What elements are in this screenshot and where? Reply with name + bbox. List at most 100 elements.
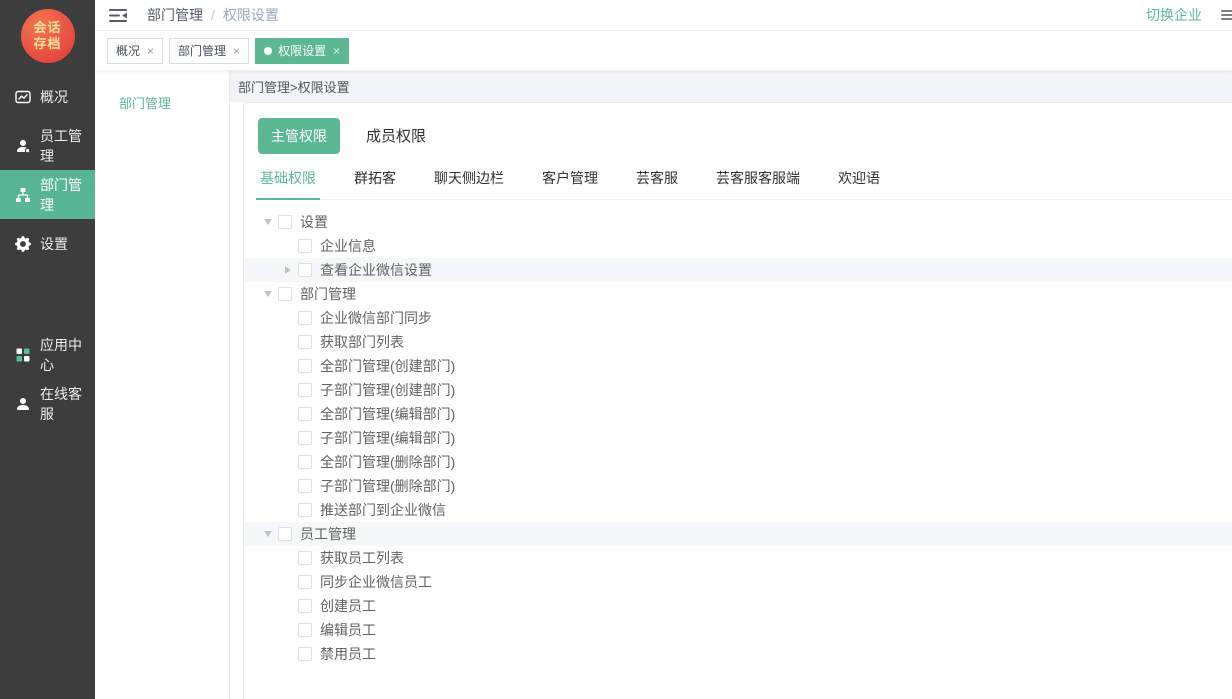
tree-row[interactable]: 子部门管理(创建部门) (244, 378, 1232, 402)
permission-card: 主管权限成员权限 基础权限 群拓客 聊天侧边栏 客户管理 芸客服 芸客服客服端 欢迎语 设置… (243, 102, 1232, 699)
tree-node-label[interactable]: 编辑员工 (320, 620, 376, 640)
tab-group-expand[interactable]: 群拓客 (352, 168, 398, 199)
breadcrumb-parent[interactable]: 部门管理 (147, 5, 203, 25)
tree-row[interactable]: 员工管理 (244, 522, 1232, 546)
sidebar-item-label: 部门管理 (40, 175, 95, 215)
role-tab-supervisor[interactable]: 主管权限 (258, 118, 340, 154)
tree-node-label[interactable]: 创建员工 (320, 596, 376, 616)
tab-customer[interactable]: 客户管理 (540, 168, 600, 199)
checkbox[interactable] (298, 311, 312, 325)
tree-row[interactable]: 子部门管理(编辑部门) (244, 426, 1232, 450)
sidebar-item-label: 设置 (40, 234, 68, 254)
sidebar-item-overview[interactable]: 概况 (0, 72, 95, 121)
tree-node-label[interactable]: 获取员工列表 (320, 548, 404, 568)
tab-department[interactable]: 部门管理× (169, 38, 249, 64)
tree-node-label[interactable]: 同步企业微信员工 (320, 572, 432, 592)
tab-yunkefu-client[interactable]: 芸客服客服端 (714, 168, 802, 199)
tree-node-label[interactable]: 禁用员工 (320, 644, 376, 664)
tree-node-label[interactable]: 子部门管理(删除部门) (320, 476, 455, 496)
tree-row[interactable]: 全部门管理(编辑部门) (244, 402, 1232, 426)
checkbox[interactable] (298, 479, 312, 493)
checkbox[interactable] (278, 215, 292, 229)
tree-row[interactable]: 全部门管理(删除部门) (244, 450, 1232, 474)
checkbox[interactable] (298, 407, 312, 421)
caret-right-icon[interactable] (278, 266, 298, 274)
tree-node-label[interactable]: 全部门管理(删除部门) (320, 452, 455, 472)
tab-basic[interactable]: 基础权限 (258, 168, 318, 199)
checkbox[interactable] (298, 623, 312, 637)
tree-node-label[interactable]: 查看企业微信设置 (320, 260, 432, 280)
tree-node-label[interactable]: 子部门管理(编辑部门) (320, 428, 455, 448)
tab-chat-sidebar[interactable]: 聊天侧边栏 (432, 168, 506, 199)
tree-row[interactable]: 设置 (244, 210, 1232, 234)
tab-permission[interactable]: 权限设置× (255, 38, 349, 64)
role-tab-member[interactable]: 成员权限 (366, 117, 426, 154)
sidebar-item-appcenter[interactable]: 应用中心 (0, 330, 95, 379)
tree-row[interactable]: 企业微信部门同步 (244, 306, 1232, 330)
tree-row[interactable]: 查看企业微信设置 (244, 258, 1232, 282)
tree-row[interactable]: 推送部门到企业微信 (244, 498, 1232, 522)
tree-node-label[interactable]: 全部门管理(编辑部门) (320, 404, 455, 424)
tree-row[interactable]: 子部门管理(删除部门) (244, 474, 1232, 498)
close-icon[interactable]: × (333, 45, 340, 57)
close-icon[interactable]: × (147, 45, 154, 57)
active-tab-dot (264, 47, 272, 55)
tree-row[interactable]: 禁用员工 (244, 642, 1232, 666)
tab-yunkefu[interactable]: 芸客服 (634, 168, 680, 199)
checkbox[interactable] (298, 503, 312, 517)
caret-down-icon[interactable] (258, 531, 278, 537)
sidebar: 会话 存档 概况员工管理部门管理设置应用中心在线客服 (0, 0, 95, 699)
tree-node-label[interactable]: 推送部门到企业微信 (320, 500, 446, 520)
sidebar-item-staff[interactable]: 员工管理 (0, 121, 95, 170)
caret-down-icon[interactable] (258, 291, 278, 297)
sidebar-item-settings[interactable]: 设置 (0, 219, 95, 268)
logo-wrap: 会话 存档 (0, 0, 95, 72)
close-icon[interactable]: × (233, 45, 240, 57)
tree-row[interactable]: 编辑员工 (244, 618, 1232, 642)
tree-node-label[interactable]: 子部门管理(创建部门) (320, 380, 455, 400)
checkbox[interactable] (298, 455, 312, 469)
tree-node-label[interactable]: 员工管理 (300, 524, 356, 544)
checkbox[interactable] (298, 263, 312, 277)
breadcrumb-separator: / (211, 7, 215, 23)
user-menu-icon[interactable] (1221, 8, 1232, 22)
checkbox[interactable] (298, 647, 312, 661)
checkbox[interactable] (298, 239, 312, 253)
checkbox[interactable] (298, 359, 312, 373)
tree-node-label[interactable]: 获取部门列表 (320, 332, 404, 352)
checkbox[interactable] (298, 575, 312, 589)
sidebar-item-service[interactable]: 在线客服 (0, 379, 95, 428)
tree-node-label[interactable]: 部门管理 (300, 284, 356, 304)
main-column: 部门管理 / 权限设置 切换企业 概况×部门管理×权限设置× 部门管理 部门管理… (95, 0, 1232, 699)
checkbox[interactable] (278, 527, 292, 541)
caret-down-icon[interactable] (258, 219, 278, 225)
checkbox[interactable] (298, 335, 312, 349)
checkbox[interactable] (298, 551, 312, 565)
checkbox[interactable] (298, 599, 312, 613)
tree-node-label[interactable]: 设置 (300, 212, 328, 232)
tree-node-label[interactable]: 企业信息 (320, 236, 376, 256)
tree-row[interactable]: 获取员工列表 (244, 546, 1232, 570)
tree-row[interactable]: 企业信息 (244, 234, 1232, 258)
sidebar-item-label: 应用中心 (40, 335, 95, 375)
tree-node-label[interactable]: 企业微信部门同步 (320, 308, 432, 328)
tree-row[interactable]: 部门管理 (244, 282, 1232, 306)
tree-node-label[interactable]: 全部门管理(创建部门) (320, 356, 455, 376)
tree-row[interactable]: 同步企业微信员工 (244, 570, 1232, 594)
tab-overview[interactable]: 概况× (107, 38, 163, 64)
tree-row[interactable]: 全部门管理(创建部门) (244, 354, 1232, 378)
app-grid-icon (14, 346, 32, 364)
sidebar-fold-icon[interactable] (109, 7, 129, 23)
subpanel-item-department[interactable]: 部门管理 (119, 93, 229, 112)
switch-company-link[interactable]: 切换企业 (1146, 5, 1202, 25)
checkbox[interactable] (278, 287, 292, 301)
tree-row[interactable]: 创建员工 (244, 594, 1232, 618)
sub-navigation-panel: 部门管理 (95, 71, 230, 699)
tab-welcome[interactable]: 欢迎语 (836, 168, 882, 199)
org-chart-icon (14, 186, 32, 204)
line-chart-icon (14, 88, 32, 106)
checkbox[interactable] (298, 383, 312, 397)
sidebar-item-department[interactable]: 部门管理 (0, 170, 95, 219)
tree-row[interactable]: 获取部门列表 (244, 330, 1232, 354)
checkbox[interactable] (298, 431, 312, 445)
